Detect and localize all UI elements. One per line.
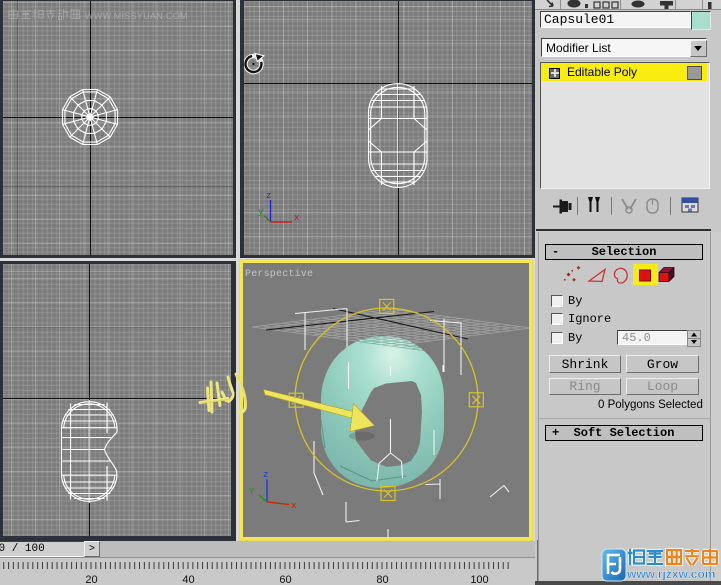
svg-text:20: 20 [85,574,97,585]
svg-text:40: 40 [182,574,194,585]
svg-text:x: x [291,501,296,511]
svg-text:z: z [263,470,268,480]
svg-text:60: 60 [279,574,291,585]
svg-text:100: 100 [470,574,488,585]
svg-text:y: y [258,207,264,217]
svg-text:www.rjzxw.com: www.rjzxw.com [626,567,715,581]
svg-text:WWW.MISSYUAN.COM: WWW.MISSYUAN.COM [85,11,188,21]
svg-text:80: 80 [376,574,388,585]
svg-text:Y: Y [249,487,255,497]
svg-text:z: z [266,191,271,201]
svg-text:x: x [294,213,299,223]
